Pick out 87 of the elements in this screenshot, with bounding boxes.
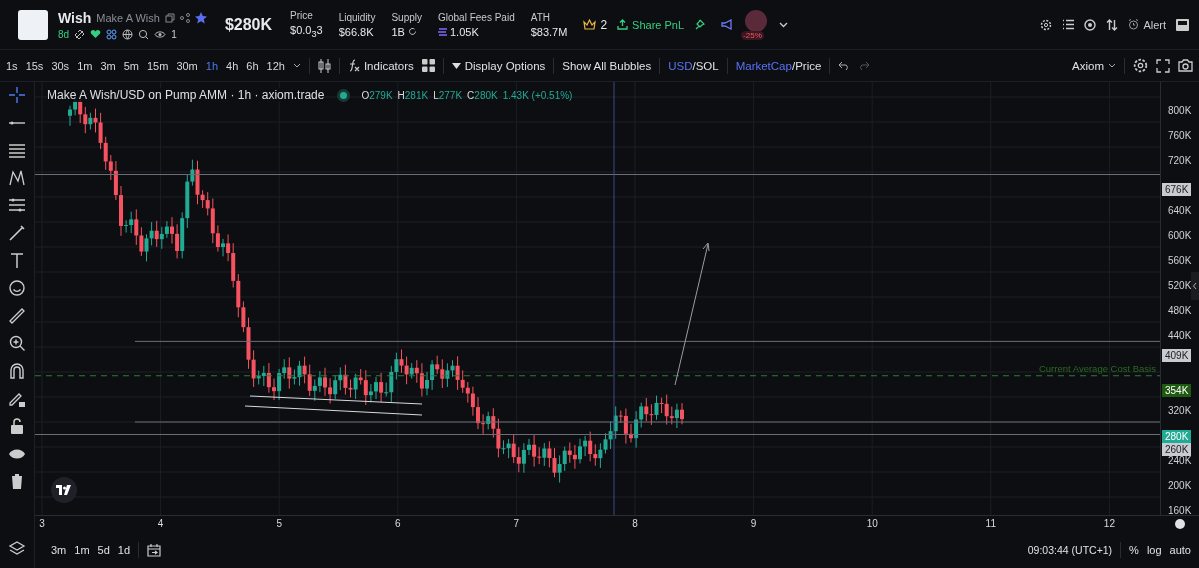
axis-label: 520K — [1168, 280, 1192, 291]
interval-tab[interactable]: 3m — [100, 59, 116, 72]
axis-label: 200K — [1168, 480, 1192, 491]
range-button[interactable]: 3m — [51, 544, 67, 556]
ohlc-key: L — [433, 89, 439, 101]
stat-value: 1.05K — [450, 25, 479, 38]
axis-label: 10 — [866, 518, 878, 529]
watcher-count: 1 — [171, 28, 177, 40]
clock-time: 09:03:44 (UTC+1) — [1027, 544, 1113, 556]
stat-value: 1B — [391, 25, 405, 38]
axis-label: 3 — [39, 518, 45, 529]
price-change: 1.43K (+0.51%) — [502, 89, 573, 101]
metric-toggle[interactable]: MarketCap — [735, 59, 792, 72]
interval-tab[interactable]: 30s — [51, 59, 70, 72]
stat-label: Global Fees Paid — [438, 11, 515, 23]
market-cap: $280K — [224, 15, 273, 34]
source-dropdown[interactable]: Axiom — [1072, 59, 1116, 72]
axis-label: 320K — [1168, 405, 1192, 416]
ohlc-key: C — [467, 89, 475, 101]
axis-label: 800K — [1168, 105, 1192, 116]
axis-label: 9 — [750, 518, 757, 529]
axis-label: 11 — [985, 518, 996, 529]
range-button[interactable]: 1d — [117, 544, 131, 556]
token-ticker: Wish — [58, 9, 92, 26]
axis-label: 440K — [1168, 330, 1192, 341]
pnl-badge: -25% — [741, 30, 764, 40]
stat-value: $83.7M — [530, 25, 568, 38]
alert-button[interactable]: Alert — [1128, 18, 1166, 31]
stat-value: $0.0$_{3}$3 — [290, 23, 323, 40]
indicators-button[interactable]: Indicators — [347, 59, 414, 72]
separator-slash: / — [692, 59, 696, 72]
ohlc-value: 279K — [369, 89, 393, 101]
price-label: 676K — [1162, 182, 1192, 196]
price-label: 354K — [1162, 383, 1192, 397]
stat-label: Liquidity — [338, 11, 376, 23]
interval-tab[interactable]: 12h — [266, 59, 285, 72]
token-age: 8d — [58, 28, 70, 40]
metric-toggle[interactable]: Price — [795, 59, 822, 72]
axis-label: 6 — [395, 518, 401, 529]
interval-tab[interactable]: 4h — [226, 59, 239, 72]
axis-label: 600K — [1168, 230, 1192, 241]
axis-label: 8 — [632, 518, 638, 529]
display-options-button[interactable]: Display Options — [451, 59, 546, 72]
interval-tab[interactable]: 1m — [77, 59, 93, 72]
currency-toggle[interactable]: USD — [668, 59, 693, 72]
range-button[interactable]: 5d — [97, 544, 110, 556]
price-label: 280K — [1162, 430, 1192, 443]
currency-toggle[interactable]: SOL — [695, 59, 719, 72]
axis-label: 12 — [1103, 518, 1115, 529]
scale-button[interactable]: auto — [1169, 544, 1191, 556]
token-name: Make A Wish — [96, 11, 160, 24]
ohlc-value: 277K — [438, 89, 463, 101]
axis-label: 5 — [276, 518, 282, 529]
interval-tab[interactable]: 5m — [123, 59, 139, 72]
ohlc-key: O — [361, 89, 370, 101]
scale-button[interactable]: % — [1129, 544, 1139, 556]
axis-label: 480K — [1168, 305, 1192, 316]
ohlc-value: 280K — [474, 89, 498, 101]
interval-tab[interactable]: 15m — [146, 59, 169, 72]
axis-label: 4 — [157, 518, 164, 529]
interval-tab[interactable]: 30m — [176, 59, 198, 72]
show-bubbles-button[interactable]: Show All Bubbles — [562, 59, 652, 72]
ohlc-value: 281K — [404, 89, 429, 101]
range-button[interactable]: 1m — [74, 544, 90, 556]
interval-tab[interactable]: 6h — [246, 59, 259, 72]
stat-label: ATH — [530, 11, 551, 23]
share-pnl-button[interactable]: Share PnL — [617, 18, 685, 31]
cost-basis-label: Current Average Cost Basis — [1038, 362, 1156, 374]
axis-label: 560K — [1168, 255, 1192, 266]
stat-label: Supply — [391, 11, 422, 23]
axis-label: 640K — [1168, 205, 1192, 216]
chart-title: Make A Wish/USD on Pump AMM · 1h · axiom.trade — [47, 88, 325, 102]
interval-tab[interactable]: 15s — [25, 59, 44, 72]
stat-value: $66.8K — [338, 25, 374, 38]
crown-count: 2 — [600, 17, 608, 32]
price-label: 409K — [1162, 349, 1192, 363]
axis-label: 720K — [1168, 155, 1192, 166]
interval-tab[interactable]: 1s — [6, 59, 18, 72]
axis-label: 240K — [1168, 455, 1192, 466]
separator-slash: / — [791, 59, 796, 72]
scale-button[interactable]: log — [1146, 544, 1162, 556]
stat-label: Price — [290, 9, 314, 21]
axis-label: 160K — [1168, 505, 1192, 516]
axis-label: 7 — [513, 518, 520, 529]
ohlc-key: H — [397, 89, 405, 101]
interval-tab[interactable]: 1h — [205, 59, 219, 72]
axis-label: 760K — [1168, 130, 1192, 141]
